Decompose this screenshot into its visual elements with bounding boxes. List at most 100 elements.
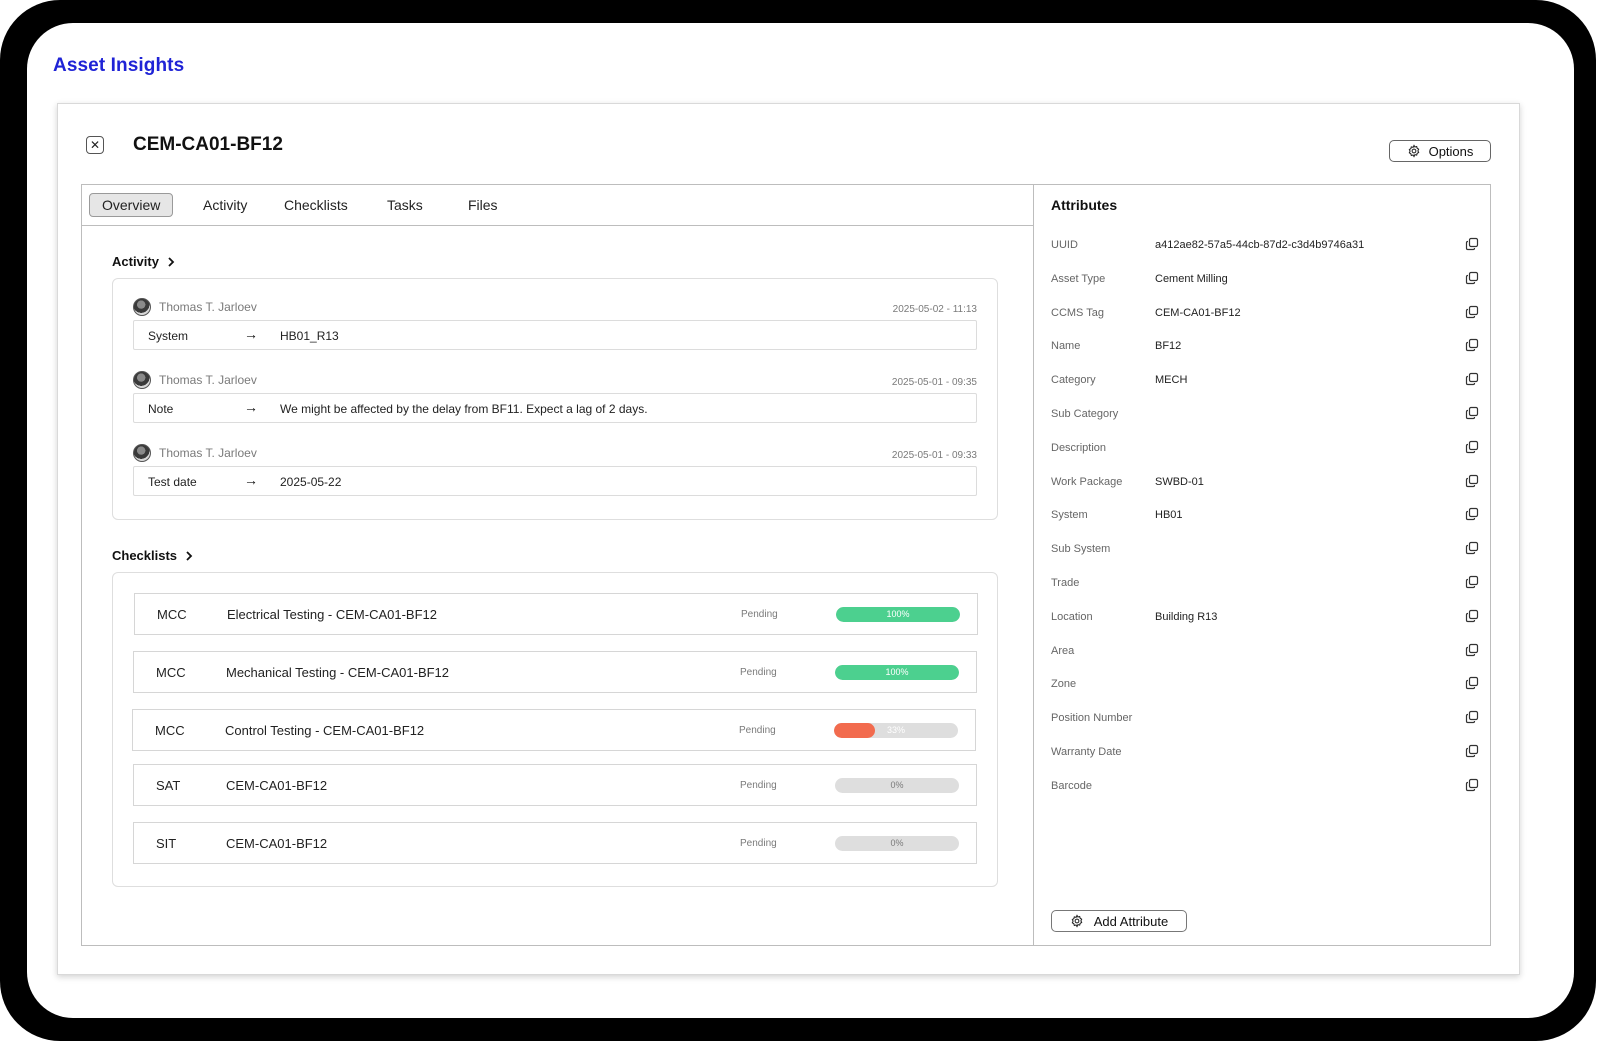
attribute-key: Category xyxy=(1051,374,1096,387)
activity-change-box: Test date → 2025-05-22 xyxy=(133,466,977,496)
avatar xyxy=(133,444,151,462)
copy-icon[interactable] xyxy=(1465,237,1479,251)
chevron-right-icon xyxy=(168,256,175,267)
options-button[interactable]: Options xyxy=(1389,140,1491,162)
activity-entry: Thomas T. Jarloev 2025-05-01 - 09:35 Not… xyxy=(133,371,979,425)
content-frame: Overview Activity Checklists Tasks Files… xyxy=(81,184,1491,946)
copy-icon[interactable] xyxy=(1465,305,1479,319)
attribute-key: UUID xyxy=(1051,239,1078,251)
checklist-status: Pending xyxy=(740,838,777,849)
options-label: Options xyxy=(1428,143,1474,159)
attribute-key: Trade xyxy=(1051,577,1080,589)
activity-value: We might be affected by the delay from B… xyxy=(280,402,648,416)
copy-icon[interactable] xyxy=(1465,271,1479,285)
attribute-value: Cement Milling xyxy=(1155,272,1228,285)
arrow-right-icon: → xyxy=(244,326,258,342)
copy-icon[interactable] xyxy=(1465,575,1479,589)
attribute-key: Sub Category xyxy=(1051,408,1119,420)
attribute-row: System HB01 xyxy=(1051,507,1479,527)
checklist-name: Mechanical Testing - CEM-CA01-BF12 xyxy=(226,665,450,680)
attribute-value: Building R13 xyxy=(1155,610,1218,623)
checklist-code: SAT xyxy=(156,778,181,793)
tab-overview[interactable]: Overview xyxy=(89,193,174,217)
copy-icon[interactable] xyxy=(1465,406,1479,420)
asset-title: CEM-CA01-BF12 xyxy=(133,134,283,155)
attribute-key: Description xyxy=(1051,441,1107,454)
tab-tasks[interactable]: Tasks xyxy=(387,194,423,216)
copy-icon[interactable] xyxy=(1465,643,1479,657)
checklist-row[interactable]: SIT CEM-CA01-BF12 Pending 0% xyxy=(133,822,977,864)
copy-icon[interactable] xyxy=(1465,609,1479,623)
copy-icon[interactable] xyxy=(1465,440,1479,454)
attribute-value: HB01 xyxy=(1155,509,1183,522)
copy-icon[interactable] xyxy=(1465,372,1479,386)
attribute-row: Area xyxy=(1051,643,1479,663)
activity-heading: Activity xyxy=(112,254,159,269)
copy-icon[interactable] xyxy=(1465,541,1479,555)
attribute-row: Description xyxy=(1051,440,1479,460)
checklist-row[interactable]: MCC Electrical Testing - CEM-CA01-BF12 P… xyxy=(134,593,978,635)
copy-icon[interactable] xyxy=(1465,474,1479,488)
checklist-row[interactable]: MCC Control Testing - CEM-CA01-BF12 Pend… xyxy=(132,709,976,751)
activity-timestamp: 2025-05-02 - 11:13 xyxy=(892,304,977,315)
attribute-row: Work Package SWBD-01 xyxy=(1051,474,1479,494)
attribute-row: Warranty Date xyxy=(1051,744,1479,764)
checklist-progress-label: 0% xyxy=(890,780,904,790)
activity-user-name: Thomas T. Jarloev xyxy=(159,300,257,314)
copy-icon[interactable] xyxy=(1465,778,1479,792)
add-attribute-button[interactable]: Add Attribute xyxy=(1051,910,1187,932)
activity-section-link[interactable]: Activity xyxy=(112,254,175,269)
arrow-right-icon: → xyxy=(244,399,258,415)
attribute-key: Location xyxy=(1051,610,1093,623)
tab-checklists[interactable]: Checklists xyxy=(284,194,348,216)
avatar xyxy=(133,371,151,389)
attribute-key: Sub System xyxy=(1051,543,1111,556)
attribute-key: Position Number xyxy=(1051,712,1133,725)
close-button[interactable]: ✕ xyxy=(86,136,104,154)
checklist-name: Control Testing - CEM-CA01-BF12 xyxy=(225,723,425,738)
copy-icon[interactable] xyxy=(1465,710,1479,724)
activity-timestamp: 2025-05-01 - 09:35 xyxy=(891,377,977,388)
copy-icon[interactable] xyxy=(1465,507,1479,521)
checklist-name: Electrical Testing - CEM-CA01-BF12 xyxy=(227,607,437,622)
avatar xyxy=(133,298,151,316)
attribute-row: Location Building R13 xyxy=(1051,609,1479,629)
activity-entry: Thomas T. Jarloev 2025-05-01 - 09:33 Tes… xyxy=(133,444,979,498)
tab-files[interactable]: Files xyxy=(468,194,498,216)
attribute-key: Zone xyxy=(1051,678,1077,691)
copy-icon[interactable] xyxy=(1465,338,1479,352)
gear-icon xyxy=(1408,144,1419,158)
checklist-progress-bar: 100% xyxy=(836,607,960,622)
activity-field: Note xyxy=(148,402,174,416)
attribute-row: Trade xyxy=(1051,575,1479,595)
tab-activity[interactable]: Activity xyxy=(203,194,247,216)
gear-icon xyxy=(1071,914,1083,928)
checklist-code: MCC xyxy=(156,665,186,680)
checklist-name: CEM-CA01-BF12 xyxy=(226,836,328,851)
checklist-row[interactable]: SAT CEM-CA01-BF12 Pending 0% xyxy=(133,764,977,806)
chevron-right-icon xyxy=(186,550,193,561)
checklist-row[interactable]: MCC Mechanical Testing - CEM-CA01-BF12 P… xyxy=(133,651,977,693)
attribute-key: Barcode xyxy=(1051,779,1092,792)
arrow-right-icon: → xyxy=(244,472,258,488)
attribute-value: BF12 xyxy=(1155,340,1182,353)
checklists-panel: MCC Electrical Testing - CEM-CA01-BF12 P… xyxy=(112,572,998,887)
attribute-row: Position Number xyxy=(1051,710,1479,730)
checklist-status: Pending xyxy=(740,780,777,791)
attribute-value: CEM-CA01-BF12 xyxy=(1155,306,1241,319)
attributes-pane: Attributes UUID a412ae82-57a5-44cb-87d2-c… xyxy=(1034,185,1490,945)
checklists-section-link[interactable]: Checklists xyxy=(112,548,193,563)
checklist-progress-bar: 33% xyxy=(834,723,958,738)
activity-entry: Thomas T. Jarloev 2025-05-02 - 11:13 Sys… xyxy=(133,298,979,352)
copy-icon[interactable] xyxy=(1465,676,1479,690)
copy-icon[interactable] xyxy=(1465,744,1479,758)
activity-field: System xyxy=(148,329,189,343)
checklist-progress-label: 0% xyxy=(890,838,904,848)
checklist-status: Pending xyxy=(740,667,777,678)
attribute-row: CCMS Tag CEM-CA01-BF12 xyxy=(1051,305,1479,325)
checklist-code: SIT xyxy=(156,836,177,851)
attribute-row: Category MECH xyxy=(1051,372,1479,392)
app-title: Asset Insights xyxy=(53,55,185,76)
activity-value: HB01_R13 xyxy=(280,329,339,343)
checklist-code: MCC xyxy=(155,723,185,738)
